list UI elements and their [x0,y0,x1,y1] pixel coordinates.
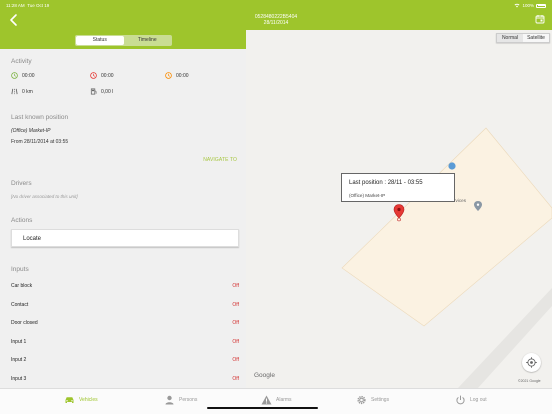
stop-time-value: 00:00 [176,72,189,79]
page-title: 0528480222B5404 28/11/2014 [0,14,552,26]
idle-time: 00:00 [90,72,114,79]
tab-timeline[interactable]: Timeline [124,36,172,45]
alarm-icon [261,395,272,405]
status-panel: Status Timeline Activity 00:00 00:00 00:… [0,30,246,388]
tab-status[interactable]: Status [76,36,124,45]
list-item: Car block Off [11,283,239,289]
idle-time-value: 00:00 [101,72,114,79]
car-icon [65,397,74,403]
drivers-title: Drivers [11,180,32,187]
status-badge: Off [232,357,239,363]
driving-time-value: 00:00 [22,72,35,79]
status-badge: Off [232,302,239,308]
activity-title: Activity [11,58,32,65]
last-position-since: From 28/11/2014 at 03:55 [11,139,69,145]
battery-icon [536,3,546,8]
map-view[interactable]: Normal Satellite rvices Last position : … [246,30,552,388]
inputs-title: Inputs [11,266,29,273]
info-place: (Office) Market-IP [349,193,386,198]
power-icon [456,395,465,405]
fuel: 0,00 l [90,88,113,95]
status-timeline-switch: Status Timeline [75,35,172,46]
list-item: Contact Off [11,302,239,308]
position-info-window: Last position : 28/11 - 03:55 (Office) M… [341,173,455,202]
tab-bar-wrap: Status Timeline [0,30,246,49]
vehicle-date: 28/11/2014 [263,20,289,26]
distance-value: 0 km [22,88,33,95]
map-type-toggle: Normal Satellite [496,33,550,43]
map-type-satellite[interactable]: Satellite [523,34,549,42]
home-indicator [207,407,318,409]
last-position-title: Last known position [11,114,69,121]
map-marker-icon[interactable] [393,204,405,222]
my-location-icon [526,357,537,368]
info-title: Last position : 28/11 - 03:55 [349,180,423,186]
list-item: Input 3 Off [11,376,239,382]
stop-time: 00:00 [165,72,189,79]
tab-alarms[interactable]: Alarms [261,395,292,405]
tab-logout[interactable]: Log out [455,395,487,405]
poi-icon [448,162,456,170]
status-badge: Off [232,339,239,345]
fuel-value: 0,00 l [101,88,114,95]
tab-vehicles[interactable]: Vehicles [64,395,98,405]
list-item: Input 1 Off [11,339,239,345]
clock-orange-icon [165,72,172,79]
status-badge: Off [232,376,239,382]
map-type-normal[interactable]: Normal [497,34,523,42]
clock-green-icon [11,72,18,79]
road-icon [11,88,18,95]
calendar-icon[interactable] [535,14,545,24]
bottom-tab-bar: Vehicles Persons Alarms Settings Log out [0,388,552,414]
actions-title: Actions [11,217,33,224]
settings-icon [357,395,366,405]
google-logo: Google [254,372,275,379]
drivers-empty: [No driver associated to this unit] [11,194,78,199]
clock-red-icon [90,72,97,79]
navigate-to-button[interactable]: NAVIGATE TO [203,157,237,163]
battery-label: 100% [522,3,534,8]
poi-label: rvices [454,198,466,203]
tab-settings[interactable]: Settings [356,395,389,405]
list-item: Door closed Off [11,320,239,326]
tab-persons[interactable]: Persons [164,395,197,405]
my-location-button[interactable] [522,353,541,372]
person-icon [165,395,174,405]
fuel-icon [90,88,97,95]
driving-time: 00:00 [11,72,35,79]
wifi-icon [514,3,520,8]
map-copyright: ©2021 Google [518,379,541,383]
status-bar: 11:28 AM Tue Oct 19 100% [0,0,552,10]
list-item: Input 2 Off [11,357,239,363]
last-position-place: (Office) Market-IP [11,128,51,134]
status-time: 11:28 AM Tue Oct 19 [6,3,50,8]
status-badge: Off [232,283,239,289]
distance: 0 km [11,88,33,95]
status-right: 100% [514,3,546,8]
locate-button[interactable]: Locate [11,229,239,247]
status-badge: Off [232,320,239,326]
